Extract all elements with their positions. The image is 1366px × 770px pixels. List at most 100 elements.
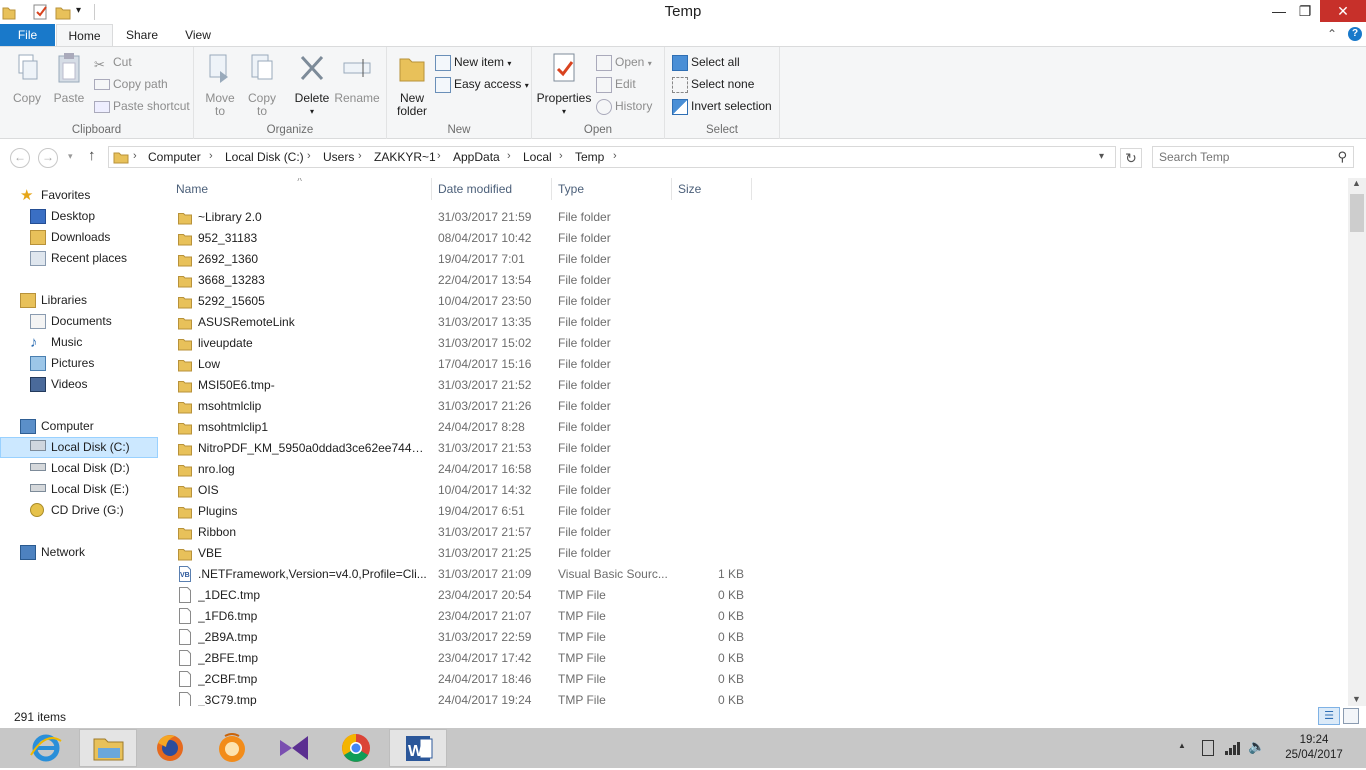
file-row[interactable]: _1FD6.tmp 23/04/2017 21:07 TMP File 0 KB [158,606,758,627]
volume-icon[interactable]: 🔈 [1248,738,1265,755]
open-button[interactable]: Open ▾ [596,52,652,72]
file-row[interactable]: Plugins 19/04/2017 6:51 File folder [158,501,758,522]
copy-button[interactable]: Copy [6,51,48,105]
nav-cd-drive[interactable]: CD Drive (G:) [0,500,158,521]
file-row[interactable]: OIS 10/04/2017 14:32 File folder [158,480,758,501]
column-header-name[interactable]: Name [170,178,432,200]
file-row[interactable]: msohtmlclip 31/03/2017 21:26 File folder [158,396,758,417]
file-row[interactable]: msohtmlclip1 24/04/2017 8:28 File folder [158,417,758,438]
address-bar[interactable]: › Computer › Local Disk (C:) › Users › Z… [108,146,1116,168]
taskbar-file-explorer[interactable] [79,729,137,767]
tab-file[interactable]: File [0,24,55,47]
breadcrumb-user-folder[interactable]: ZAKKYR~1 [374,150,436,164]
nav-documents[interactable]: Documents [0,311,158,332]
breadcrumb-separator-icon[interactable]: › [437,150,441,162]
details-view-icon[interactable]: ☰ [1318,707,1340,725]
tab-home[interactable]: Home [56,24,113,47]
select-none-button[interactable]: Select none [672,74,754,94]
copy-to-button[interactable]: Copy to [244,51,280,118]
file-row[interactable]: 3668_13283 22/04/2017 13:54 File folder [158,270,758,291]
file-row[interactable]: _2B9A.tmp 31/03/2017 22:59 TMP File 0 KB [158,627,758,648]
back-button[interactable]: ← [10,148,30,168]
column-header-size[interactable]: Size [672,178,752,200]
scroll-down-icon[interactable]: ▼ [1352,694,1361,704]
select-all-button[interactable]: Select all [672,52,740,72]
recent-locations-dropdown-icon[interactable]: ▾ [68,151,73,162]
file-row[interactable]: NitroPDF_KM_5950a0ddad3ce62ee744093... 31… [158,438,758,459]
file-row[interactable]: ASUSRemoteLink 31/03/2017 13:35 File folde… [158,312,758,333]
battery-icon[interactable] [1202,740,1214,756]
breadcrumb-separator-icon[interactable]: › [358,150,362,162]
properties-button[interactable]: Properties ▾ [536,51,592,118]
taskbar-chrome[interactable] [327,729,385,767]
breadcrumb-local-disk-c[interactable]: Local Disk (C:) [225,150,304,164]
breadcrumb-separator-icon[interactable]: › [507,150,511,162]
help-icon[interactable]: ? [1348,27,1362,41]
file-row[interactable]: ~Library 2.0 31/03/2017 21:59 File folder [158,207,758,228]
file-row[interactable]: 952_31183 08/04/2017 10:42 File folder [158,228,758,249]
nav-local-disk-d[interactable]: Local Disk (D:) [0,458,158,479]
taskbar-word[interactable]: W [389,729,447,767]
breadcrumb-separator-icon[interactable]: › [559,150,563,162]
breadcrumb-separator-icon[interactable]: › [209,150,213,162]
collapse-ribbon-icon[interactable]: ⌃ [1327,27,1337,41]
scroll-up-icon[interactable]: ▲ [1352,178,1361,188]
new-item-button[interactable]: New item ▾ [435,52,511,72]
invert-selection-button[interactable]: Invert selection [672,96,772,116]
nav-libraries[interactable]: Libraries [0,290,158,311]
taskbar-internet-explorer[interactable] [17,729,75,767]
breadcrumb-temp[interactable]: Temp [575,150,604,164]
breadcrumb-appdata[interactable]: AppData [453,150,500,164]
nav-videos[interactable]: Videos [0,374,158,395]
forward-button[interactable]: → [38,148,58,168]
restore-button[interactable]: ❐ [1290,0,1320,22]
taskbar-media-player[interactable] [203,729,261,767]
large-icons-view-icon[interactable] [1343,708,1359,724]
close-button[interactable]: ✕ [1320,0,1366,22]
paste-shortcut-button[interactable]: Paste shortcut [94,96,190,116]
scrollbar-thumb[interactable] [1350,194,1364,232]
nav-computer[interactable]: Computer [0,416,158,437]
breadcrumb-separator-icon[interactable]: › [133,150,137,162]
file-row[interactable]: 5292_15605 10/04/2017 23:50 File folder [158,291,758,312]
nav-local-disk-c[interactable]: Local Disk (C:) [0,437,158,458]
breadcrumb-computer[interactable]: Computer [148,150,201,164]
nav-desktop[interactable]: Desktop [0,206,158,227]
file-row[interactable]: Low 17/04/2017 15:16 File folder [158,354,758,375]
breadcrumb-separator-icon[interactable]: › [613,150,617,162]
file-row[interactable]: _2CBF.tmp 24/04/2017 18:46 TMP File 0 KB [158,669,758,690]
search-input[interactable] [1153,147,1323,167]
breadcrumb-separator-icon[interactable]: › [307,150,311,162]
column-header-type[interactable]: Type [552,178,672,200]
file-row[interactable]: _2BFE.tmp 23/04/2017 17:42 TMP File 0 KB [158,648,758,669]
breadcrumb-users[interactable]: Users [323,150,354,164]
move-to-button[interactable]: Move to [202,51,238,118]
system-clock[interactable]: 19:24 25/04/2017 [1282,733,1346,763]
breadcrumb-local[interactable]: Local [523,150,552,164]
file-row[interactable]: VBE 31/03/2017 21:25 File folder [158,543,758,564]
file-row[interactable]: nro.log 24/04/2017 16:58 File folder [158,459,758,480]
file-row[interactable]: Ribbon 31/03/2017 21:57 File folder [158,522,758,543]
tab-share[interactable]: Share [113,24,171,47]
search-box[interactable]: ⚲ [1152,146,1354,168]
taskbar-visual-studio[interactable] [265,729,323,767]
nav-downloads[interactable]: Downloads [0,227,158,248]
cut-button[interactable]: ✂ Cut [94,52,132,72]
search-icon[interactable]: ⚲ [1337,149,1347,165]
taskbar-firefox[interactable] [141,729,199,767]
edit-button[interactable]: Edit [596,74,636,94]
nav-network[interactable]: Network [0,542,158,563]
nav-favorites[interactable]: ★ Favorites [0,185,158,206]
network-signal-icon[interactable] [1224,740,1240,756]
easy-access-button[interactable]: Easy access ▾ [435,74,529,94]
copy-path-button[interactable]: Copy path [94,74,168,94]
nav-pictures[interactable]: Pictures [0,353,158,374]
vertical-scrollbar[interactable]: ▲ ▼ [1348,178,1366,706]
up-arrow-icon[interactable]: ↑ [88,147,96,164]
new-folder-button[interactable]: New folder [393,51,431,118]
file-row[interactable]: MSI50E6.tmp- 31/03/2017 21:52 File folder [158,375,758,396]
nav-local-disk-e[interactable]: Local Disk (E:) [0,479,158,500]
refresh-icon[interactable]: ↻ [1120,148,1142,168]
history-button[interactable]: History [596,96,652,116]
file-row[interactable]: liveupdate 31/03/2017 15:02 File folder [158,333,758,354]
